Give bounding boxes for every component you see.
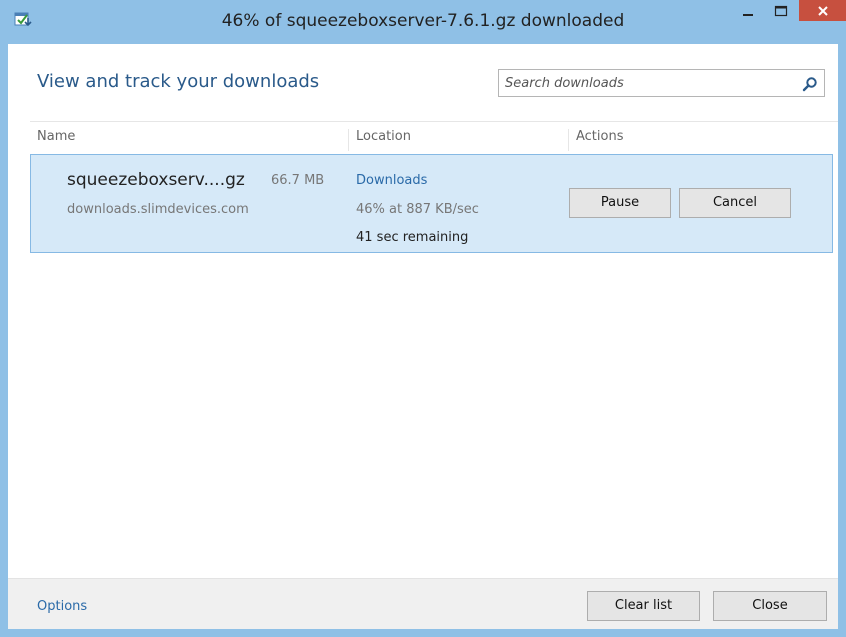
column-header-location[interactable]: Location bbox=[348, 129, 411, 151]
minimize-icon bbox=[742, 14, 753, 16]
pause-button[interactable]: Pause bbox=[569, 188, 671, 218]
close-button[interactable]: Close bbox=[713, 591, 827, 621]
page-title: View and track your downloads bbox=[37, 71, 320, 92]
footer-bar: Options Clear list Close bbox=[8, 578, 838, 629]
clear-list-button[interactable]: Clear list bbox=[587, 591, 700, 621]
search-icon[interactable] bbox=[802, 76, 818, 92]
window-controls bbox=[733, 0, 846, 30]
maximize-button[interactable] bbox=[766, 0, 795, 22]
close-icon bbox=[817, 5, 828, 16]
window-title: 46% of squeezeboxserver-7.6.1.gz downloa… bbox=[221, 11, 625, 31]
minimize-button[interactable] bbox=[733, 0, 762, 22]
download-item[interactable]: squeezeboxserv....gz 66.7 MB downloads.s… bbox=[30, 154, 833, 253]
column-header-actions: Actions bbox=[568, 129, 624, 151]
column-header-name[interactable]: Name bbox=[30, 129, 75, 151]
close-window-button[interactable] bbox=[799, 0, 846, 21]
download-location-link[interactable]: Downloads bbox=[356, 173, 427, 188]
download-time-remaining: 41 sec remaining bbox=[356, 230, 469, 245]
cancel-button[interactable]: Cancel bbox=[679, 188, 791, 218]
title-bar[interactable]: 46% of squeezeboxserver-7.6.1.gz downloa… bbox=[0, 0, 846, 44]
downloads-window: 46% of squeezeboxserver-7.6.1.gz downloa… bbox=[0, 0, 846, 637]
options-link[interactable]: Options bbox=[37, 599, 87, 614]
downloads-panel: View and track your downloads Name Locat… bbox=[8, 44, 838, 629]
search-input[interactable] bbox=[505, 70, 785, 96]
download-size: 66.7 MB bbox=[271, 173, 325, 188]
search-box[interactable] bbox=[498, 69, 825, 97]
column-headers: Name Location Actions bbox=[30, 121, 838, 151]
download-filename: squeezeboxserv....gz bbox=[67, 170, 245, 190]
download-source: downloads.slimdevices.com bbox=[67, 202, 249, 217]
download-progress: 46% at 887 KB/sec bbox=[356, 202, 479, 217]
maximize-icon bbox=[774, 5, 787, 17]
